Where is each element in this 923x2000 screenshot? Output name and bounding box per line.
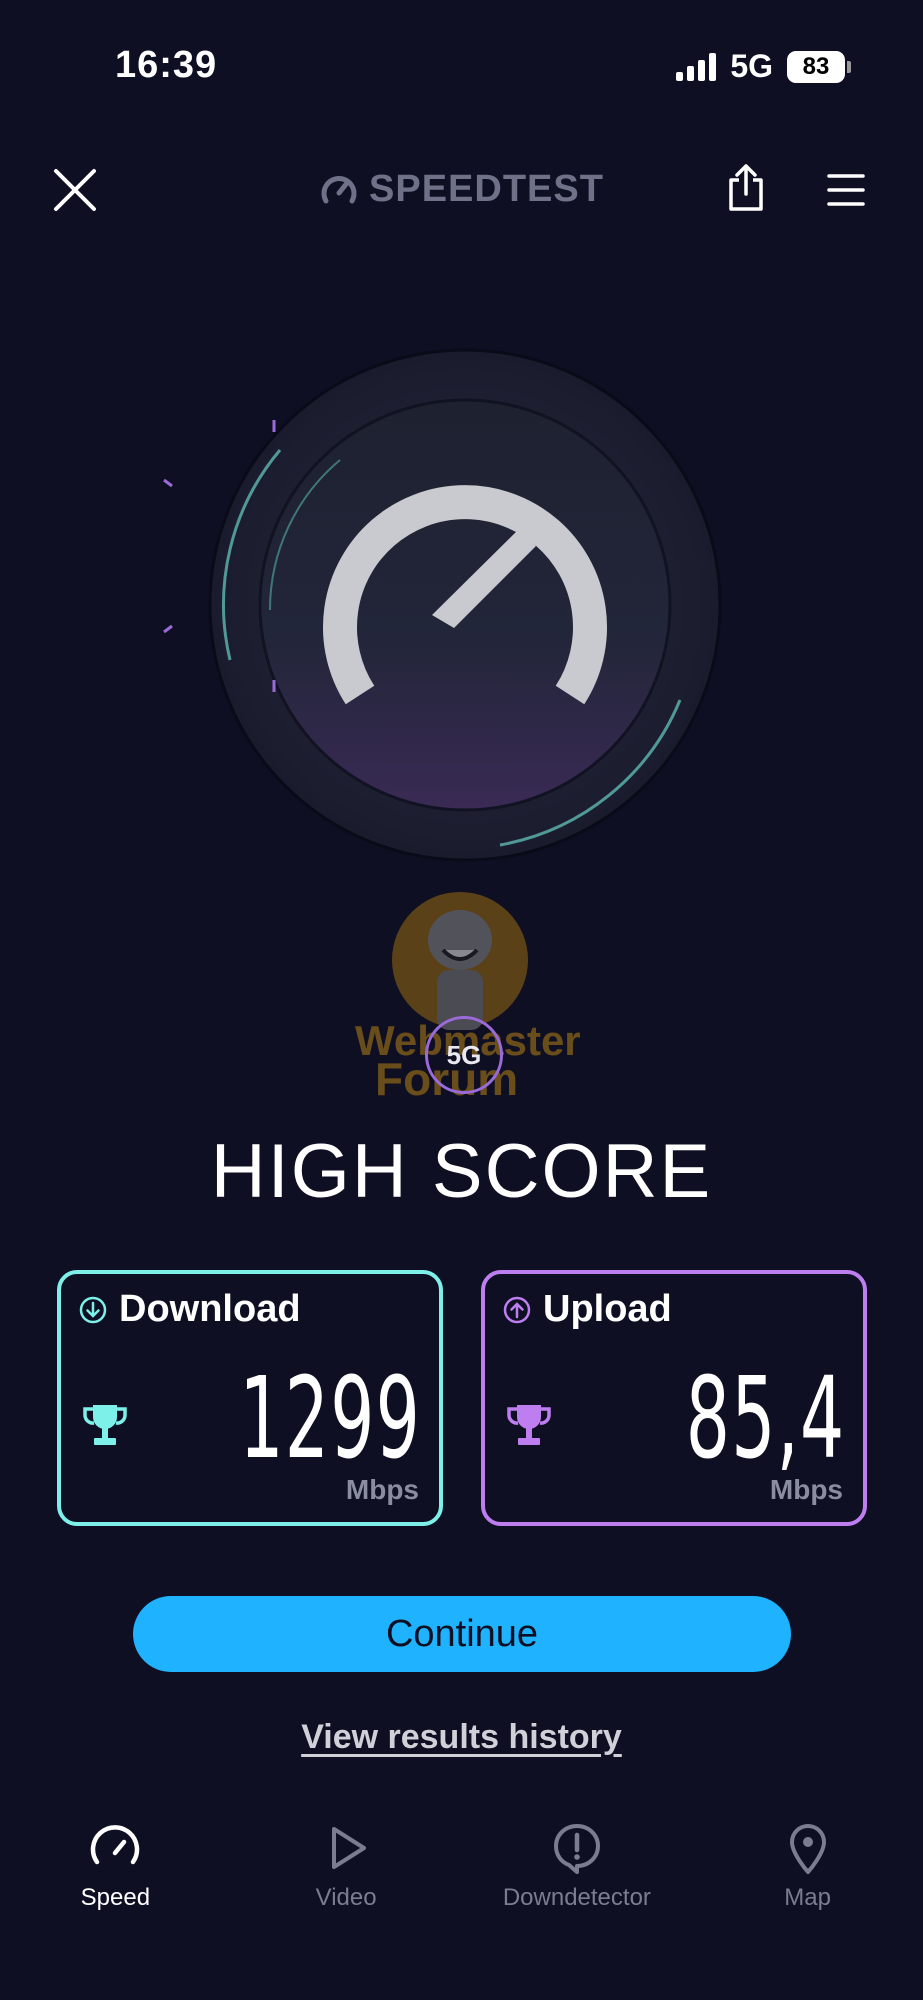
nav-item-speed[interactable]: Speed [0, 1820, 231, 1940]
nav-label-speed: Speed [80, 1884, 151, 1911]
brand-name: SPEEDTEST [369, 168, 604, 210]
upload-arrow-icon [503, 1296, 531, 1323]
trophy-icon [507, 1405, 551, 1445]
nav-label-map: Map [784, 1884, 831, 1911]
signal-icon [676, 52, 717, 81]
view-history-link[interactable]: View results history [0, 1718, 923, 1757]
status-time: 16:39 [115, 44, 218, 86]
network-type: 5G [730, 48, 773, 84]
upload-unit: Mbps [769, 1474, 843, 1505]
speedtest-logo-icon [321, 175, 357, 203]
share-icon [729, 164, 763, 211]
share-button[interactable] [726, 164, 766, 212]
upload-label: Upload [543, 1288, 672, 1330]
result-headline: HIGH SCORE [210, 1129, 713, 1214]
nav-label-video: Video [315, 1884, 377, 1911]
download-label: Download [119, 1288, 301, 1330]
battery-level: 83 [802, 52, 830, 80]
map-pin-icon [789, 1824, 826, 1874]
download-card: Download 1299 Mbps [57, 1270, 443, 1526]
alert-icon [553, 1824, 600, 1874]
hamburger-icon [827, 174, 865, 206]
download-arrow-icon [79, 1296, 107, 1323]
bottom-nav: Speed Video Downdetector Map [0, 1820, 923, 1940]
play-icon [332, 1827, 367, 1869]
continue-button[interactable]: Continue [133, 1596, 791, 1672]
speedometer-icon [91, 1825, 140, 1865]
nav-label-downdetector: Downdetector [502, 1884, 651, 1911]
upload-value: 85,4 [685, 1354, 845, 1484]
upload-card: Upload 85,4 Mbps [481, 1270, 867, 1526]
download-unit: Mbps [345, 1474, 419, 1505]
nav-item-downdetector[interactable]: Downdetector [462, 1820, 693, 1940]
brand-logo: SPEEDTEST [0, 168, 923, 211]
network-badge: 5G [425, 1016, 503, 1094]
status-indicators: 5G 83 [676, 48, 851, 85]
trophy-icon [83, 1405, 127, 1445]
menu-button[interactable] [826, 170, 866, 210]
nav-item-video[interactable]: Video [231, 1820, 462, 1940]
gauge-tick-decorations [163, 420, 276, 692]
download-value: 1299 [239, 1354, 421, 1484]
nav-item-map[interactable]: Map [692, 1820, 923, 1940]
battery-icon: 83 [787, 50, 851, 83]
